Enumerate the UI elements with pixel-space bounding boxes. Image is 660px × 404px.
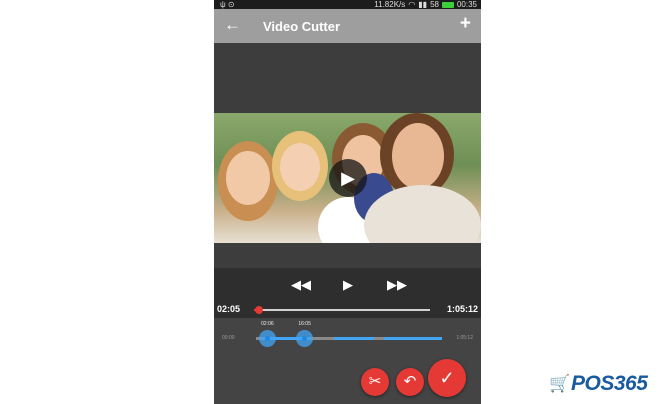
signal-icon: ▮▮ bbox=[418, 0, 428, 9]
play-icon[interactable]: ▶ bbox=[343, 277, 353, 293]
video-preview[interactable]: ▶ bbox=[214, 113, 481, 243]
logo-text: POS365 bbox=[571, 372, 648, 395]
status-right: 11.82K/s ◠ ▮▮ 58 00:35 bbox=[374, 0, 477, 9]
network-speed: 11.82K/s bbox=[374, 0, 406, 9]
preview-letterbox-bottom bbox=[214, 243, 481, 268]
page-title: Video Cutter bbox=[263, 19, 341, 34]
trim-range: 00:00 02:06 16:05 1:05:12 bbox=[214, 318, 481, 360]
app-toolbar: ← Video Cutter + bbox=[214, 9, 481, 43]
seek-track[interactable] bbox=[254, 309, 430, 311]
range-segment bbox=[334, 337, 374, 340]
brand-logo: 🛒 POS365 bbox=[549, 372, 653, 398]
battery-level: 58 bbox=[430, 0, 439, 9]
trim-start-handle[interactable] bbox=[259, 330, 277, 347]
wifi-icon: ◠ bbox=[408, 0, 416, 9]
current-time: 02:05 bbox=[217, 304, 241, 314]
clock: 00:35 bbox=[456, 0, 477, 9]
total-time: 1:05:12 bbox=[446, 304, 478, 314]
trim-start-label: 02:06 bbox=[261, 321, 274, 327]
preview-letterbox-top bbox=[214, 43, 481, 113]
video-cutter-screen: ψ ⊙ 11.82K/s ◠ ▮▮ 58 00:35 ← Video Cutte… bbox=[214, 0, 481, 404]
range-max-label: 1:05:12 bbox=[456, 335, 473, 341]
face-shape bbox=[392, 123, 444, 189]
range-min-label: 00:00 bbox=[222, 335, 235, 341]
checkmark-icon[interactable]: ✓ bbox=[428, 359, 466, 397]
trim-end-handle[interactable] bbox=[296, 330, 314, 347]
face-shape bbox=[280, 143, 320, 191]
plus-icon[interactable]: + bbox=[460, 14, 471, 34]
face-shape bbox=[226, 151, 270, 205]
range-segment bbox=[384, 337, 442, 340]
playback-controls: ◀◀ ▶ ▶▶ bbox=[214, 268, 481, 302]
seek-thumb[interactable] bbox=[255, 306, 264, 314]
cart-icon: 🛒 bbox=[549, 374, 571, 393]
seek-bar: 02:05 1:05:12 bbox=[214, 302, 481, 318]
scissors-icon[interactable]: ✂ bbox=[361, 368, 389, 396]
play-overlay-icon[interactable]: ▶ bbox=[329, 159, 367, 197]
usb-icon: ψ ⊙ bbox=[220, 0, 235, 9]
undo-icon[interactable]: ↶ bbox=[396, 368, 424, 396]
trim-end-label: 16:05 bbox=[298, 321, 311, 327]
rewind-icon[interactable]: ◀◀ bbox=[291, 277, 311, 293]
arrow-left-icon[interactable]: ← bbox=[224, 15, 241, 35]
fast-forward-icon[interactable]: ▶▶ bbox=[387, 277, 407, 293]
status-bar: ψ ⊙ 11.82K/s ◠ ▮▮ 58 00:35 bbox=[214, 0, 481, 9]
battery-icon bbox=[441, 1, 454, 8]
